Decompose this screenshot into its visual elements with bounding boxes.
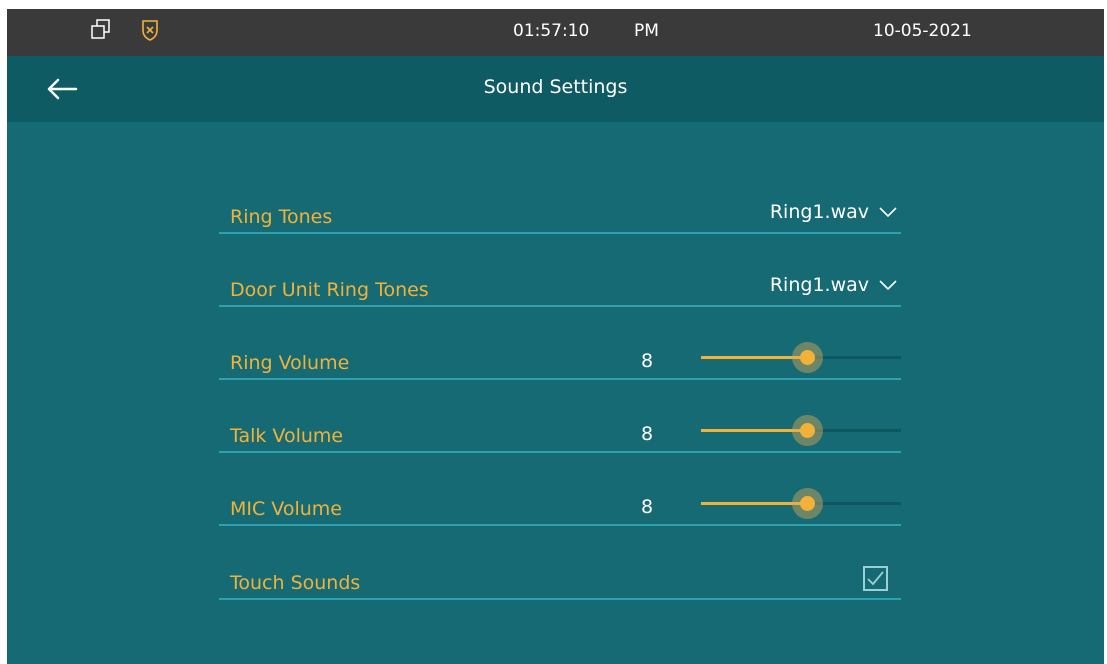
status-bar: 01:57:10 PM 10-05-2021 xyxy=(7,9,1104,56)
setting-row-door-unit-ring-tones: Door Unit Ring Tones Ring1.wav xyxy=(219,265,901,307)
shield-icon xyxy=(141,19,159,45)
talk-volume-value: 8 xyxy=(641,423,654,445)
ring-volume-value: 8 xyxy=(641,350,654,372)
slider-thumb[interactable] xyxy=(799,496,815,511)
clock-time: 01:57:10 xyxy=(513,21,590,41)
checkmark-icon xyxy=(867,571,884,586)
ring-volume-label: Ring Volume xyxy=(230,352,350,374)
door-unit-ring-tones-label: Door Unit Ring Tones xyxy=(230,279,429,301)
door-unit-ring-tones-value: Ring1.wav xyxy=(769,274,869,296)
ring-tones-label: Ring Tones xyxy=(230,206,333,228)
slider-thumb[interactable] xyxy=(799,423,815,438)
setting-row-touch-sounds: Touch Sounds xyxy=(219,558,901,600)
ring-tones-value: Ring1.wav xyxy=(769,201,869,223)
page-title: Sound Settings xyxy=(483,76,628,98)
slider-thumb[interactable] xyxy=(799,350,815,365)
talk-volume-label: Talk Volume xyxy=(230,425,344,447)
clock-ampm: PM xyxy=(634,21,659,41)
windows-icon xyxy=(91,19,111,45)
touch-sounds-label: Touch Sounds xyxy=(230,572,361,594)
setting-row-ring-tones: Ring Tones Ring1.wav xyxy=(219,192,901,234)
setting-row-talk-volume: Talk Volume 8 xyxy=(219,411,901,453)
device-screen: 01:57:10 PM 10-05-2021 Sound Settings Ri… xyxy=(7,9,1104,664)
setting-row-mic-volume: MIC Volume 8 xyxy=(219,484,901,526)
ring-tones-dropdown[interactable]: Ring1.wav xyxy=(770,198,897,226)
setting-row-ring-volume: Ring Volume 8 xyxy=(219,338,901,380)
touch-sounds-checkbox[interactable] xyxy=(863,566,888,591)
mic-volume-label: MIC Volume xyxy=(230,498,342,520)
chevron-down-icon xyxy=(879,207,897,218)
ring-volume-slider[interactable] xyxy=(701,342,901,373)
door-unit-ring-tones-dropdown[interactable]: Ring1.wav xyxy=(770,271,897,299)
chevron-down-icon xyxy=(879,280,897,291)
header-bar: Sound Settings xyxy=(7,56,1104,122)
mic-volume-value: 8 xyxy=(641,496,654,518)
talk-volume-slider[interactable] xyxy=(701,415,901,446)
status-date: 10-05-2021 xyxy=(873,21,972,41)
mic-volume-slider[interactable] xyxy=(701,488,901,519)
